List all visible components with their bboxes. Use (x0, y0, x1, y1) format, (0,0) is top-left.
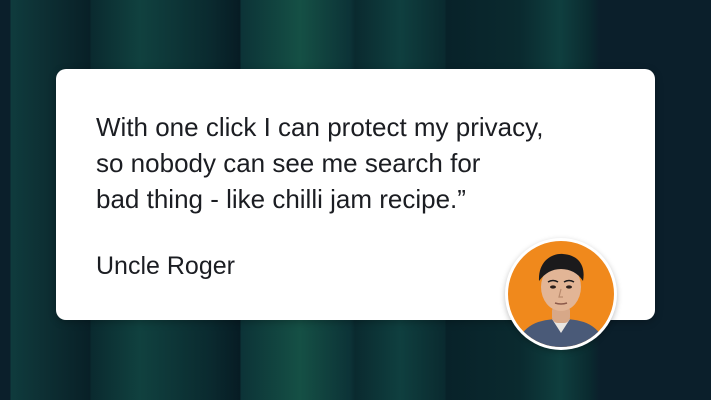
testimonial-quote: With one click I can protect my privacy,… (96, 109, 636, 217)
quote-line: bad thing - like chilli jam recipe.” (96, 184, 466, 214)
author-name: Uncle Roger (96, 252, 235, 280)
quote-line: so nobody can see me search for (96, 148, 481, 178)
quote-line: With one click I can protect my privacy, (96, 112, 544, 142)
avatar (505, 238, 617, 350)
avatar-photo-icon (508, 241, 614, 347)
